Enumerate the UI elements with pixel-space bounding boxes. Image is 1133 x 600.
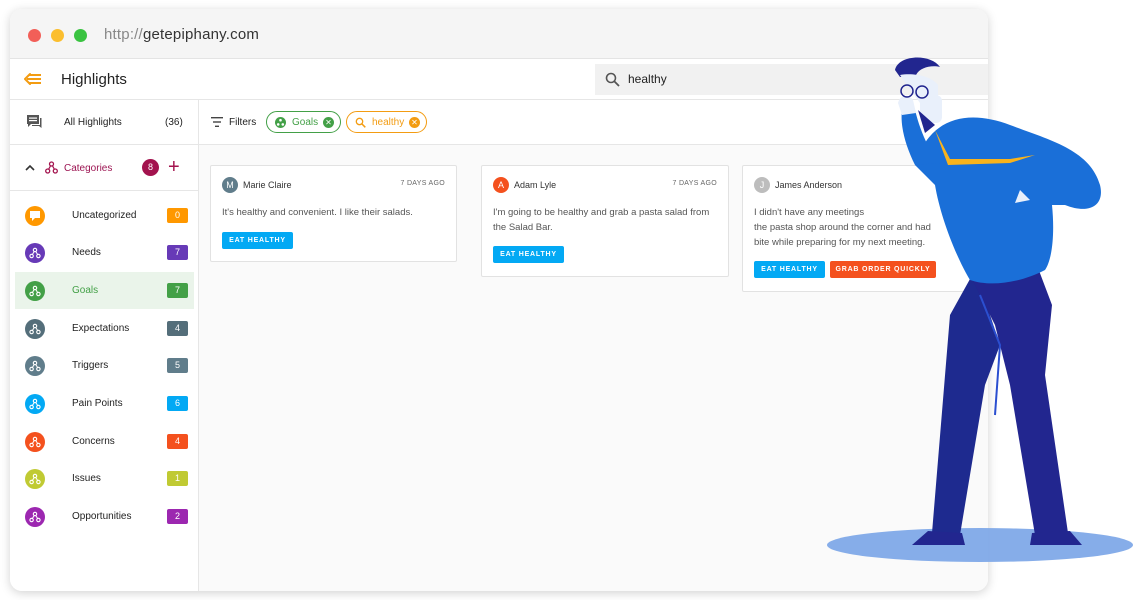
sidebar-item-all-highlights[interactable]: All Highlights (36) [10, 100, 199, 145]
page-title: Highlights [61, 71, 127, 88]
search-icon [355, 117, 366, 128]
categories-header: Categories 8 + [10, 145, 199, 191]
count-badge: 2 [167, 509, 188, 524]
category-icon [45, 161, 58, 174]
sidebar-item-label: Pain Points [72, 398, 123, 409]
card-text-line: the Salad Bar. [493, 222, 553, 233]
sidebar: All Highlights (36) Categories 8 + Uncat… [10, 100, 199, 591]
sidebar-item-label: Issues [72, 473, 101, 484]
browser-titlebar: http://getepiphany.com [10, 9, 988, 59]
url-protocol: http:// [104, 26, 143, 43]
search-icon [605, 72, 620, 87]
filter-chip-label: Goals [292, 117, 319, 128]
search-value: healthy [628, 72, 667, 86]
filter-chip-goals[interactable]: Goals ✕ [266, 111, 341, 133]
businessman-illustration-icon [827, 57, 1133, 562]
sidebar-item-uncategorized[interactable]: Uncategorized 0 [15, 197, 194, 234]
count-badge: 1 [167, 471, 188, 486]
sidebar-item-label: Triggers [72, 360, 109, 371]
categories-label: Categories [64, 163, 113, 174]
card-date: 7 DAYS AGO [400, 180, 445, 187]
card-date: 7 DAYS AGO [672, 180, 717, 187]
comments-icon [27, 115, 42, 128]
sidebar-item-label: Needs [72, 247, 101, 258]
avatar: J [754, 177, 770, 193]
address-bar[interactable]: http://getepiphany.com [104, 26, 259, 43]
url-host: getepiphany.com [142, 26, 260, 43]
sidebar-item-label: Uncategorized [72, 210, 137, 221]
remove-filter-icon[interactable]: ✕ [409, 117, 420, 128]
sidebar-item-label: Goals [72, 285, 99, 296]
filter-chip-healthy[interactable]: healthy ✕ [346, 111, 427, 133]
category-icon [25, 281, 45, 301]
highlight-card[interactable]: M Marie Claire 7 DAYS AGO It's healthy a… [210, 165, 457, 262]
avatar: M [222, 177, 238, 193]
sidebar-item-pain-points[interactable]: Pain Points 6 [15, 385, 194, 422]
category-icon [275, 117, 286, 128]
sidebar-item-opportunities[interactable]: Opportunities 2 [15, 498, 194, 535]
card-author: Marie Claire [243, 180, 292, 190]
category-icon [25, 319, 45, 339]
stage: http://getepiphany.com Highlights health… [0, 0, 1133, 600]
sidebar-item-goals[interactable]: Goals 7 [15, 272, 194, 309]
sidebar-item-issues[interactable]: Issues 1 [15, 460, 194, 497]
add-category-button[interactable]: + [168, 155, 180, 179]
category-icon [25, 243, 45, 263]
remove-filter-icon[interactable]: ✕ [323, 117, 334, 128]
category-icon [25, 432, 45, 452]
sidebar-item-label: Opportunities [72, 511, 132, 522]
avatar: A [493, 177, 509, 193]
categories-count-badge: 8 [142, 159, 159, 176]
card-text: It's healthy and convenient. I like thei… [222, 205, 413, 220]
collapse-menu-icon[interactable] [24, 71, 42, 87]
sidebar-item-expectations[interactable]: Expectations 4 [15, 310, 194, 347]
tag-eat-healthy[interactable]: EAT HEALTHY [222, 232, 293, 249]
count-badge: 0 [167, 208, 188, 223]
count-badge: 4 [167, 434, 188, 449]
comment-icon [25, 206, 45, 226]
count-badge: 7 [167, 283, 188, 298]
category-icon [25, 356, 45, 376]
chevron-up-icon[interactable] [25, 164, 35, 171]
card-text-line: It's healthy and convenient. I like thei… [222, 207, 413, 218]
sidebar-item-label: Expectations [72, 323, 130, 334]
all-highlights-count: (36) [165, 117, 183, 128]
count-badge: 5 [167, 358, 188, 373]
filters-label: Filters [229, 117, 257, 128]
count-badge: 4 [167, 321, 188, 336]
maximize-window-button[interactable] [74, 29, 87, 42]
sidebar-item-concerns[interactable]: Concerns 4 [15, 423, 194, 460]
category-icon [25, 507, 45, 527]
sidebar-item-triggers[interactable]: Triggers 5 [15, 347, 194, 384]
filter-chip-label: healthy [372, 117, 405, 128]
tag-eat-healthy[interactable]: EAT HEALTHY [754, 261, 825, 278]
highlight-card[interactable]: A Adam Lyle 7 DAYS AGO I'm going to be h… [481, 165, 729, 277]
card-text-line: I'm going to be healthy and grab a pasta… [493, 207, 710, 218]
card-text: I'm going to be healthy and grab a pasta… [493, 205, 709, 235]
count-badge: 7 [167, 245, 188, 260]
close-window-button[interactable] [28, 29, 41, 42]
all-highlights-label: All Highlights [64, 117, 122, 128]
count-badge: 6 [167, 396, 188, 411]
sidebar-item-label: Concerns [72, 436, 115, 447]
filter-icon[interactable] [211, 117, 223, 127]
minimize-window-button[interactable] [51, 29, 64, 42]
category-icon [25, 394, 45, 414]
tag-eat-healthy[interactable]: EAT HEALTHY [493, 246, 564, 263]
card-author: Adam Lyle [514, 180, 557, 190]
category-icon [25, 469, 45, 489]
sidebar-item-needs[interactable]: Needs 7 [15, 234, 194, 271]
